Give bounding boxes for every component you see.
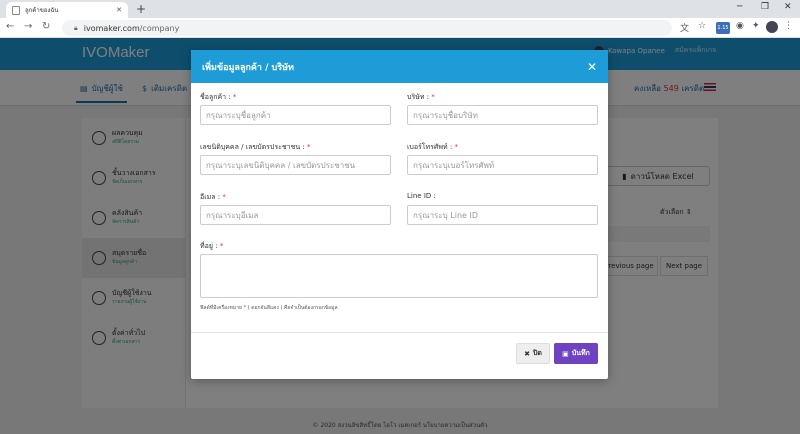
modal-header: เพิ่มข้อมูลลูกค้า / บริษัท ✕ xyxy=(191,50,608,83)
required-mark: * xyxy=(454,143,458,151)
extension-badge[interactable]: 1.15 xyxy=(716,22,730,34)
save-icon: ▣ xyxy=(562,349,569,358)
required-note: ฟิลด์ที่มีเครื่องหมาย * ( ดอกจันสีแดง ) … xyxy=(200,304,338,312)
tax-id-input[interactable] xyxy=(200,155,391,175)
star-icon[interactable]: ☆ xyxy=(698,21,706,31)
url-host: ivomaker.com xyxy=(83,23,140,33)
close-label: ปิด xyxy=(532,349,542,357)
address-field: ที่อยู่ : * xyxy=(200,241,598,301)
browser-tab[interactable]: ลูกค้าของฉัน ✕ xyxy=(6,2,128,18)
tax-id-field: เลขนิติบุคคล / เลขบัตรประชาชน : * xyxy=(200,142,391,175)
close-button[interactable]: ✖ ปิด xyxy=(516,343,550,364)
profile-avatar[interactable] xyxy=(766,21,778,33)
tab-title: ลูกค้าของฉัน xyxy=(25,7,59,14)
company-input[interactable] xyxy=(407,105,598,125)
address-bar[interactable]: 🔒︎ ivomaker.com/company xyxy=(62,20,672,36)
email-field: อีเมล : * xyxy=(200,192,391,225)
forward-icon[interactable]: → xyxy=(24,21,32,32)
lock-icon: 🔒︎ xyxy=(74,23,78,32)
required-mark: * xyxy=(222,193,226,201)
company-field: บริษัท : * xyxy=(407,92,598,125)
menu-icon[interactable]: ⋮ xyxy=(784,21,793,31)
customer-name-label: ชื่อลูกค้า : xyxy=(200,93,231,101)
customer-name-input[interactable] xyxy=(200,105,391,125)
line-id-input[interactable] xyxy=(407,205,598,225)
tab-close-icon[interactable]: ✕ xyxy=(116,6,122,14)
camera-icon[interactable]: ◉ xyxy=(736,21,744,31)
modal-divider xyxy=(191,332,608,333)
line-id-label: Line ID : xyxy=(407,192,436,200)
tax-id-label: เลขนิติบุคคล / เลขบัตรประชาชน : xyxy=(200,143,305,151)
minimize-icon[interactable]: ─ xyxy=(737,2,742,12)
required-mark: * xyxy=(431,93,435,101)
browser-toolbar: ← → ↻ 🔒︎ ivomaker.com/company 文 ☆ ◉ ✦ ⋮ xyxy=(0,18,800,38)
maximize-icon[interactable]: ❐ xyxy=(761,2,769,12)
back-icon[interactable]: ← xyxy=(6,21,14,32)
phone-label: เบอร์โทรศัพท์ : xyxy=(407,143,453,151)
line-id-field: Line ID : xyxy=(407,192,598,225)
reload-icon[interactable]: ↻ xyxy=(42,21,50,32)
modal-title: เพิ่มข้อมูลลูกค้า / บริษัท xyxy=(202,62,294,73)
url-path: /company xyxy=(139,23,180,33)
add-customer-modal: เพิ่มข้อมูลลูกค้า / บริษัท ✕ ชื่อลูกค้า … xyxy=(191,50,608,379)
window-close-icon[interactable]: ✕ xyxy=(784,2,792,12)
email-label: อีเมล : xyxy=(200,193,221,201)
translate-icon[interactable]: 文 xyxy=(680,21,689,34)
page-icon xyxy=(12,5,20,15)
extensions-icon[interactable]: ✦ xyxy=(752,21,760,31)
required-mark: * xyxy=(306,143,311,151)
address-textarea[interactable] xyxy=(200,254,598,298)
required-mark: * xyxy=(232,93,237,101)
company-label: บริษัท : xyxy=(407,93,430,101)
save-label: บันทึก xyxy=(571,349,590,357)
required-mark: * xyxy=(219,242,224,250)
phone-input[interactable] xyxy=(407,155,598,175)
note-suffix: ( ดอกจันสีแดง ) คือจำเป็นต้องกรอกข้อมูล xyxy=(247,305,338,311)
browser-tabstrip: ลูกค้าของฉัน ✕ + ─ ❐ ✕ xyxy=(0,0,800,18)
save-button[interactable]: ▣ บันทึก xyxy=(554,343,598,364)
note-star: * xyxy=(243,305,247,311)
new-tab-icon[interactable]: + xyxy=(136,2,146,16)
address-label: ที่อยู่ : xyxy=(200,242,218,250)
customer-name-field: ชื่อลูกค้า : * xyxy=(200,92,391,125)
close-x-icon: ✖ xyxy=(524,349,530,358)
email-input[interactable] xyxy=(200,205,391,225)
phone-field: เบอร์โทรศัพท์ : * xyxy=(407,142,598,175)
note-prefix: ฟิลด์ที่มีเครื่องหมาย xyxy=(200,305,242,311)
close-icon[interactable]: ✕ xyxy=(587,60,597,74)
